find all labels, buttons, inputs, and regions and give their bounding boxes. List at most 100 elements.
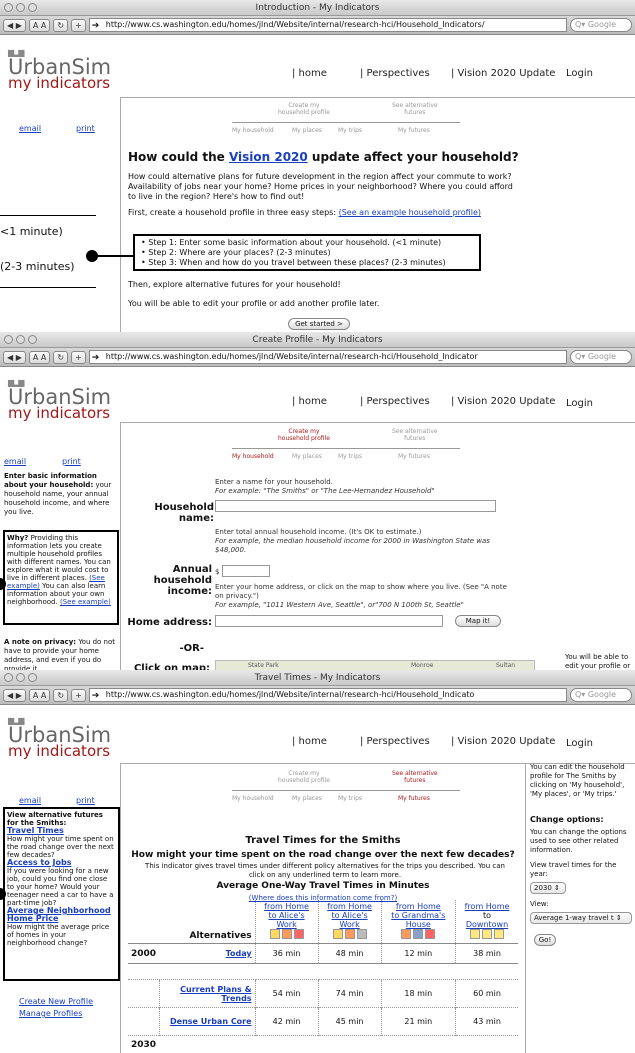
col4-a[interactable]: from Home bbox=[465, 902, 510, 911]
home-address-input[interactable] bbox=[215, 615, 443, 627]
address-bar[interactable]: ➔ http://www.cs.washington.edu/homes/jlnd… bbox=[88, 688, 567, 702]
close-icon[interactable] bbox=[4, 673, 13, 682]
nav-perspectives[interactable]: | Perspectives bbox=[360, 68, 430, 79]
search-placeholder: Google bbox=[587, 20, 617, 29]
nav-vision[interactable]: | Vision 2020 Update bbox=[451, 68, 555, 79]
col3-c[interactable]: House bbox=[406, 920, 431, 929]
manage-profiles-link[interactable]: Manage Profiles bbox=[19, 1009, 82, 1018]
col3-b[interactable]: to Grandma's bbox=[391, 911, 445, 920]
step-my-futures[interactable]: My futures bbox=[398, 453, 430, 460]
access-to-jobs-link[interactable]: Access to Jobs bbox=[7, 858, 71, 867]
nav-home[interactable]: | home bbox=[292, 68, 327, 79]
row-dense-label: Dense Urban Core bbox=[158, 1007, 256, 1036]
address-bar[interactable]: ➔ http://www.cs.washington.edu/homes/jlnd… bbox=[88, 350, 567, 364]
step-my-household[interactable]: My household bbox=[232, 795, 274, 802]
search-field[interactable]: Q▾ Google bbox=[570, 688, 632, 702]
step-my-places[interactable]: My places bbox=[292, 795, 322, 802]
reload-icon[interactable]: ↻ bbox=[53, 688, 69, 702]
urbansim-logo[interactable]: ▆▂▆ UrbanSim my indicators bbox=[8, 48, 111, 91]
col2-c[interactable]: Work bbox=[339, 920, 359, 929]
example-profile-link[interactable]: (See an example household profile) bbox=[339, 208, 481, 217]
step-my-household[interactable]: My household bbox=[232, 127, 274, 134]
nav-home[interactable]: | home bbox=[292, 736, 327, 747]
search-field[interactable]: Q▾ Google bbox=[570, 18, 632, 32]
household-name-input[interactable] bbox=[215, 500, 496, 512]
email-link[interactable]: email bbox=[19, 796, 41, 805]
zoom-icon[interactable] bbox=[28, 335, 37, 344]
view-select[interactable]: Average 1-way travel t ⇕ bbox=[530, 912, 632, 924]
dense-urban-link[interactable]: Dense Urban Core bbox=[170, 1017, 252, 1026]
go-button[interactable]: Go! bbox=[534, 934, 556, 946]
col4-c[interactable]: Downtown bbox=[466, 920, 508, 929]
nav-home[interactable]: | home bbox=[292, 396, 327, 407]
step-my-trips[interactable]: My trips bbox=[338, 453, 362, 460]
back-forward-button[interactable]: ◀ ▶ bbox=[3, 18, 26, 32]
zoom-icon[interactable] bbox=[28, 673, 37, 682]
print-link[interactable]: print bbox=[76, 796, 95, 805]
email-link[interactable]: email bbox=[4, 457, 26, 466]
window-controls[interactable] bbox=[4, 673, 37, 682]
text-size-button[interactable]: A A bbox=[28, 18, 51, 32]
add-bookmark-icon[interactable]: + bbox=[71, 688, 86, 702]
step-my-trips[interactable]: My trips bbox=[338, 127, 362, 134]
create-profile-link[interactable]: Create New Profile bbox=[19, 997, 93, 1006]
step-1-item: • Step 1: Enter some basic information a… bbox=[141, 238, 442, 247]
print-link[interactable]: print bbox=[76, 124, 95, 133]
login-link[interactable]: Login bbox=[566, 738, 593, 749]
login-link[interactable]: Login bbox=[566, 68, 593, 79]
nav-perspectives[interactable]: | Perspectives bbox=[360, 396, 430, 407]
map-it-button[interactable]: Map it! bbox=[455, 615, 501, 627]
travel-times-link[interactable]: Travel Times bbox=[7, 826, 64, 835]
reload-icon[interactable]: ↻ bbox=[53, 18, 69, 32]
step-my-futures[interactable]: My futures bbox=[398, 795, 430, 802]
back-forward-button[interactable]: ◀ ▶ bbox=[3, 688, 26, 702]
email-link[interactable]: email bbox=[19, 124, 41, 133]
address-bar[interactable]: ➔ http://www.cs.washington.edu/homes/jlnd… bbox=[88, 18, 567, 32]
why-example-link-2[interactable]: (See example) bbox=[60, 598, 111, 606]
col4-b: to bbox=[483, 911, 492, 920]
urbansim-logo[interactable]: ▆▂▆ UrbanSim my indicators bbox=[8, 716, 111, 759]
today-link[interactable]: Today bbox=[226, 949, 252, 958]
minimize-icon[interactable] bbox=[16, 673, 25, 682]
back-forward-button[interactable]: ◀ ▶ bbox=[3, 350, 26, 364]
col1-a[interactable]: from Home bbox=[264, 902, 309, 911]
add-bookmark-icon[interactable]: + bbox=[71, 350, 86, 364]
close-icon[interactable] bbox=[4, 335, 13, 344]
col2-b[interactable]: to Alice's bbox=[331, 911, 367, 920]
close-icon[interactable] bbox=[4, 3, 13, 12]
col1-b[interactable]: to Alice's bbox=[268, 911, 304, 920]
vision-2020-link[interactable]: Vision 2020 bbox=[229, 150, 308, 164]
nav-vision[interactable]: | Vision 2020 Update bbox=[451, 396, 555, 407]
step-my-futures[interactable]: My futures bbox=[398, 127, 430, 134]
text-size-button[interactable]: A A bbox=[28, 688, 51, 702]
step-my-places[interactable]: My places bbox=[292, 127, 322, 134]
text-size-button[interactable]: A A bbox=[28, 350, 51, 364]
zoom-icon[interactable] bbox=[28, 3, 37, 12]
current-plans-link[interactable]: Current Plans & Trends bbox=[180, 985, 251, 1003]
nav-perspectives[interactable]: | Perspectives bbox=[360, 736, 430, 747]
income-input[interactable] bbox=[222, 565, 270, 577]
urbansim-logo[interactable]: ▆▂▆ UrbanSim my indicators bbox=[8, 378, 111, 421]
window-controls[interactable] bbox=[4, 335, 37, 344]
print-link[interactable]: print bbox=[62, 457, 81, 466]
minimize-icon[interactable] bbox=[16, 3, 25, 12]
col2-a[interactable]: from Home bbox=[327, 902, 372, 911]
cell: 38 min bbox=[455, 943, 518, 964]
login-link[interactable]: Login bbox=[566, 398, 593, 409]
step-my-places[interactable]: My places bbox=[292, 453, 322, 460]
home-price-link[interactable]: Average Neighborhood Home Price bbox=[7, 906, 111, 923]
reload-icon[interactable]: ↻ bbox=[53, 350, 69, 364]
travel-times-desc: How might your time spent on the road ch… bbox=[7, 835, 114, 859]
window-controls[interactable] bbox=[4, 3, 37, 12]
window-title: Create Profile - My Indicators bbox=[252, 335, 383, 345]
nav-vision[interactable]: | Vision 2020 Update bbox=[451, 736, 555, 747]
col1-c[interactable]: Work bbox=[276, 920, 296, 929]
step-my-household[interactable]: My household bbox=[232, 453, 274, 460]
minimize-icon[interactable] bbox=[16, 335, 25, 344]
col3-a[interactable]: from Home bbox=[396, 902, 441, 911]
search-field[interactable]: Q▾ Google bbox=[570, 350, 632, 364]
get-started-button[interactable]: Get started > bbox=[288, 318, 350, 330]
add-bookmark-icon[interactable]: + bbox=[71, 18, 86, 32]
year-select[interactable]: 2030 ⇕ bbox=[530, 882, 566, 894]
step-my-trips[interactable]: My trips bbox=[338, 795, 362, 802]
